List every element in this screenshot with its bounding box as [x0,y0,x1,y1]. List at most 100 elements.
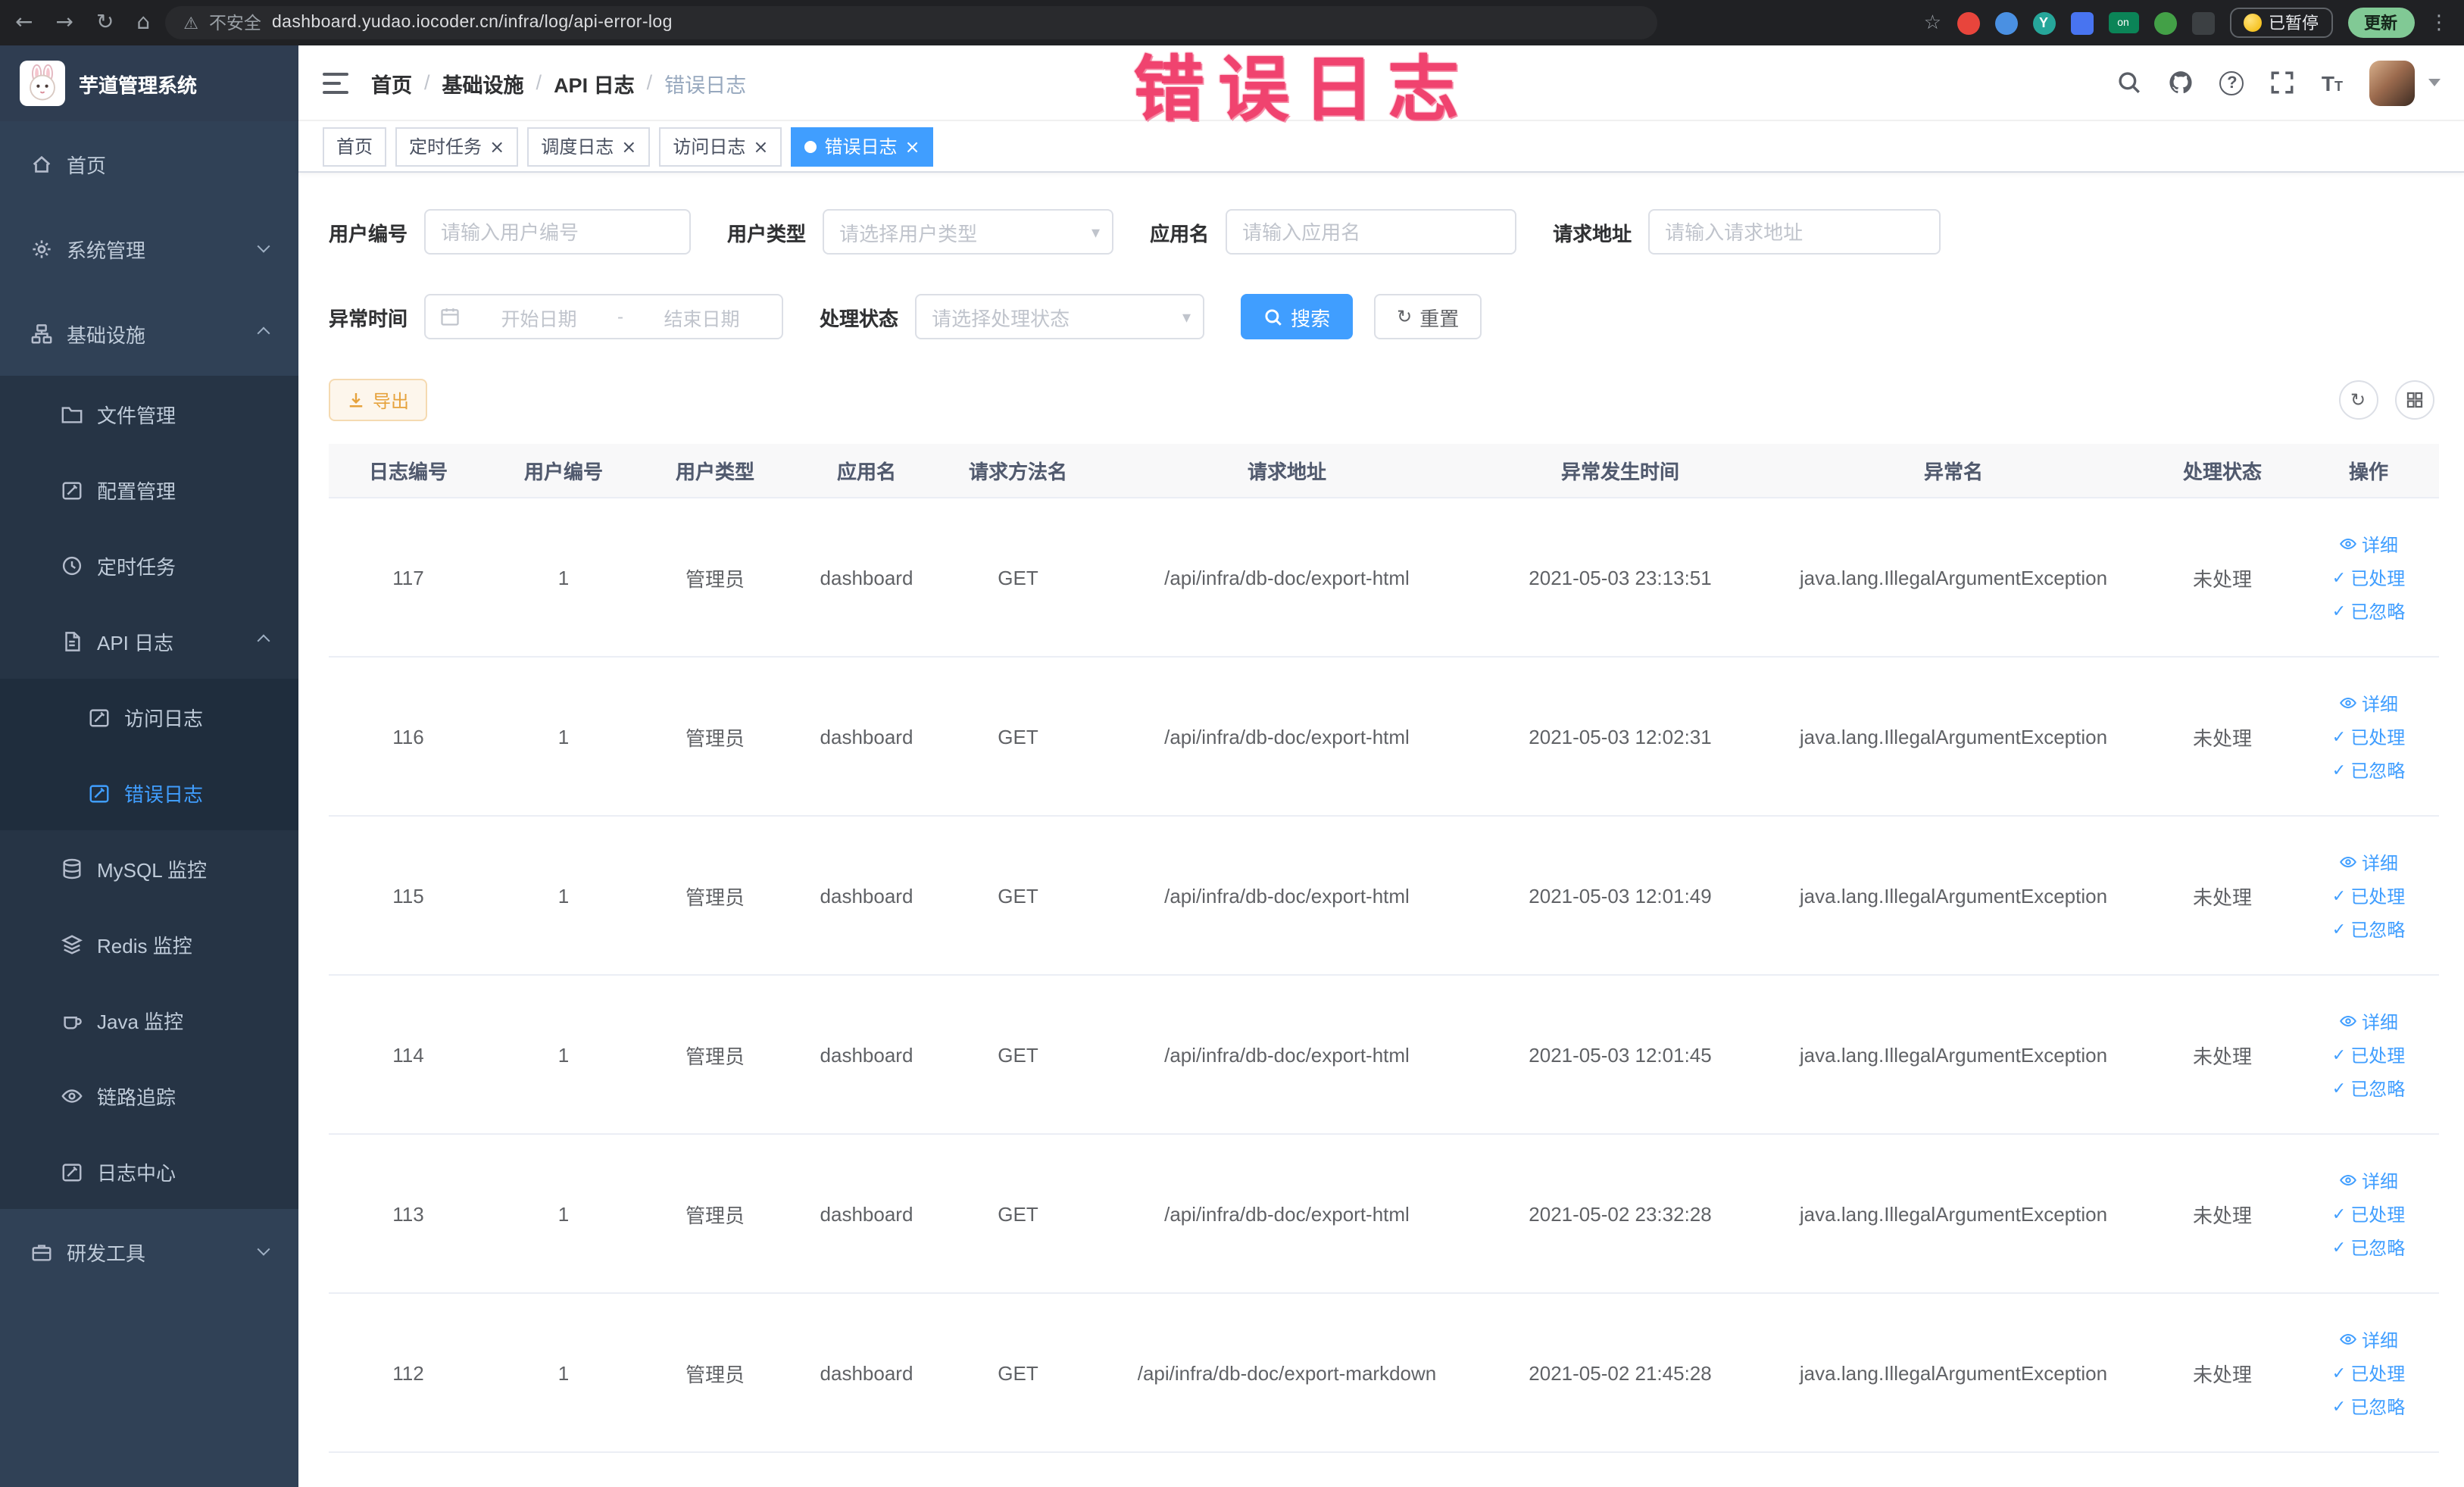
screenshot-root: 错误日志 ← → ↻ ⌂ ⚠ 不安全 dashboard.yudao.iocod… [0,0,2464,1487]
breadcrumb-separator: / [646,71,653,94]
sidebar-item-redis-monitor[interactable]: Redis 监控 [0,906,298,982]
sidebar-item-config-management[interactable]: 配置管理 [0,451,298,527]
extension-icon-blue-drop[interactable] [1994,11,2017,34]
user-avatar[interactable] [2369,60,2414,105]
sidebar-item-scheduled-jobs[interactable]: 定时任务 [0,527,298,603]
top-navbar: 首页 / 基础设施 / API 日志 / 错误日志 ? TT [298,45,2464,121]
mark-ignored-link[interactable]: ✓ 已忽略 [2332,916,2405,942]
mark-ignored-link[interactable]: ✓ 已忽略 [2332,1075,2405,1101]
database-icon [61,857,83,879]
close-icon[interactable]: × [753,137,768,155]
filter-label-exception-time: 异常时间 [329,307,408,330]
extension-icon-red[interactable] [1957,11,1979,34]
search-button[interactable]: 搜索 [1241,294,1354,339]
mark-ignored-link[interactable]: ✓ 已忽略 [2332,1393,2405,1419]
refresh-list-button[interactable]: ↻ [2338,380,2378,420]
extension-icon-blue-grid[interactable] [2070,11,2093,34]
tab-home[interactable]: 首页 [323,127,387,166]
sidebar-item-log-center[interactable]: 日志中心 [0,1133,298,1209]
mark-processed-link[interactable]: ✓ 已处理 [2332,1201,2405,1226]
address-bar[interactable]: ⚠ 不安全 dashboard.yudao.iocoder.cn/infra/l… [165,6,1658,39]
mark-processed-link[interactable]: ✓ 已处理 [2332,564,2405,590]
mark-ignored-link[interactable]: ✓ 已忽略 [2332,598,2405,623]
app-name-input[interactable] [1226,209,1517,255]
table-row: 112 1 管理员 dashboard GET /api/infra/db-do… [329,1294,2439,1453]
infrastructure-icon [30,322,53,345]
export-button[interactable]: 导出 [329,379,428,421]
sidebar-item-api-logs[interactable]: API 日志 [0,603,298,679]
sidebar-toggle-icon[interactable] [323,72,348,93]
close-icon[interactable]: × [621,137,636,155]
mark-processed-link[interactable]: ✓ 已处理 [2332,1360,2405,1385]
request-url-input[interactable] [1648,209,1941,255]
close-icon[interactable]: × [905,137,920,155]
github-icon[interactable] [2169,70,2194,95]
edit-square-icon [88,705,111,728]
tab-scheduled-jobs[interactable]: 定时任务 × [395,127,519,166]
mark-ignored-link[interactable]: ✓ 已忽略 [2332,1234,2405,1260]
detail-link[interactable]: 详细 [2339,849,2398,875]
breadcrumb-home[interactable]: 首页 [371,67,412,98]
close-icon[interactable]: × [489,137,504,155]
search-icon[interactable] [2117,70,2143,95]
filter-label-request-url: 请求地址 [1553,222,1632,245]
help-icon[interactable]: ? [2219,70,2244,95]
table-row: 117 1 管理员 dashboard GET /api/infra/db-do… [329,498,2439,658]
sidebar-item-home[interactable]: 首页 [0,121,298,206]
sidebar-item-dev-tools[interactable]: 研发工具 [0,1209,298,1294]
detail-link[interactable]: 详细 [2339,690,2398,716]
sidebar-item-system-management[interactable]: 系统管理 [0,206,298,291]
profile-paused-chip[interactable]: 已暂停 [2229,8,2332,38]
detail-link[interactable]: 详细 [2339,1326,2398,1352]
browser-update-button[interactable]: 更新 [2347,8,2414,38]
breadcrumb-infrastructure[interactable]: 基础设施 [442,67,524,98]
tab-access-logs[interactable]: 访问日志 × [659,127,782,166]
chevron-down-icon [257,239,270,253]
sidebar-item-infrastructure[interactable]: 基础设施 [0,291,298,376]
user-id-input[interactable] [424,209,692,255]
bookmark-star-icon[interactable]: ☆ [1924,11,1941,34]
eye-icon [2339,1171,2357,1189]
mark-processed-link[interactable]: ✓ 已处理 [2332,883,2405,908]
app-logo[interactable]: 芋道管理系统 [0,45,298,121]
avatar-caret-down-icon[interactable] [2428,79,2440,86]
extension-icon-on-switch[interactable]: on [2108,12,2138,33]
tab-error-logs[interactable]: 错误日志 × [791,127,934,166]
extension-icon-green-leaf[interactable] [2153,11,2176,34]
table-row: 113 1 管理员 dashboard GET /api/infra/db-do… [329,1135,2439,1294]
sidebar-item-error-logs[interactable]: 错误日志 [0,754,298,830]
breadcrumb-api-logs[interactable]: API 日志 [554,67,635,98]
column-settings-button[interactable] [2394,380,2434,420]
browser-menu-icon[interactable]: ⋮ [2429,11,2449,34]
extension-icon-teal-y[interactable]: Y [2032,11,2055,34]
fullscreen-icon[interactable] [2270,70,2296,95]
check-icon: ✓ [2331,1363,2347,1382]
detail-link[interactable]: 详细 [2339,1008,2398,1034]
error-log-table: 日志编号 用户编号 用户类型 应用名 请求方法名 请求地址 异常发生时间 异常名… [329,444,2439,1453]
mark-processed-link[interactable]: ✓ 已处理 [2332,723,2405,749]
browser-forward-icon[interactable]: → [55,11,73,35]
extension-icon-dark-paw[interactable] [2191,11,2214,34]
detail-link[interactable]: 详细 [2339,531,2398,557]
font-size-icon[interactable]: TT [2322,70,2343,95]
filter-label-process-status: 处理状态 [820,307,899,330]
exception-time-range-picker[interactable]: 开始日期 - 结束日期 [424,294,784,339]
tab-dispatch-logs[interactable]: 调度日志 × [527,127,651,166]
sidebar-item-access-logs[interactable]: 访问日志 [0,679,298,754]
search-icon [1263,307,1283,326]
process-status-select[interactable]: 请选择处理状态 ▾ [915,294,1205,339]
browser-home-icon[interactable]: ⌂ [136,11,150,35]
mark-processed-link[interactable]: ✓ 已处理 [2332,1042,2405,1067]
browser-reload-icon[interactable]: ↻ [96,11,114,35]
sidebar-item-java-monitor[interactable]: Java 监控 [0,982,298,1057]
sidebar-item-mysql-monitor[interactable]: MySQL 监控 [0,830,298,906]
detail-link[interactable]: 详细 [2339,1167,2398,1193]
browser-back-icon[interactable]: ← [15,11,33,35]
home-icon [30,152,53,175]
sidebar-item-file-management[interactable]: 文件管理 [0,376,298,451]
sidebar-item-link-tracing[interactable]: 链路追踪 [0,1057,298,1133]
url-text: dashboard.yudao.iocoder.cn/infra/log/api… [271,14,673,32]
mark-ignored-link[interactable]: ✓ 已忽略 [2332,757,2405,783]
reset-button[interactable]: ↻ 重置 [1374,294,1482,339]
user-type-select[interactable]: 请选择用户类型 ▾ [823,209,1114,255]
